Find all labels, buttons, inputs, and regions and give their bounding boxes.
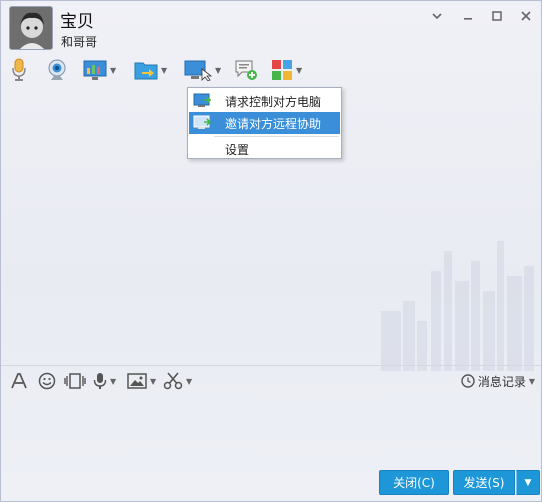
remote-assist-icon[interactable]: ▼ <box>184 57 221 83</box>
message-add-icon[interactable] <box>234 57 258 83</box>
chevron-down-icon[interactable] <box>428 8 446 24</box>
contact-name: 宝贝 <box>60 12 94 32</box>
menu-item-label: 请求控制对方电脑 <box>225 94 322 109</box>
menu-item-label: 邀请对方远程协助 <box>225 116 322 131</box>
shake-icon[interactable] <box>64 370 86 392</box>
message-history-label: 消息记录 <box>477 374 526 389</box>
chat-window: 宝贝 和哥哥 ▼ ▼ ▼ ▼ ▼ ▼ ▼ 消息记录 ▼ 关闭(C) 发送(S) … <box>0 0 542 502</box>
menu-item-label: 设置 <box>225 142 250 157</box>
divider <box>1 365 541 366</box>
font-icon[interactable] <box>10 370 28 392</box>
close-icon[interactable] <box>517 8 535 24</box>
webcam-icon[interactable] <box>46 57 68 83</box>
chat-header: 宝贝 和哥哥 <box>1 1 541 55</box>
remote-assist-menu: 请求控制对方电脑 邀请对方远程协助 设置 <box>187 87 342 159</box>
close-button[interactable]: 关闭(C) <box>379 470 449 495</box>
menu-item-invite-assist[interactable]: 邀请对方远程协助 <box>189 112 340 134</box>
remote-control-icon <box>193 93 211 107</box>
menu-item-request-control[interactable]: 请求控制对方电脑 <box>189 90 340 112</box>
menu-item-settings[interactable]: 设置 <box>189 138 340 160</box>
chevron-down-icon: ▼ <box>528 376 535 386</box>
avatar[interactable] <box>9 6 53 50</box>
maximize-icon[interactable] <box>488 8 506 24</box>
remote-assist-icon <box>193 115 211 129</box>
apps-icon[interactable]: ▼ <box>271 57 302 83</box>
file-transfer-icon[interactable]: ▼ <box>134 57 167 83</box>
message-input[interactable] <box>2 395 541 465</box>
send-options-button[interactable]: ▼ <box>516 470 540 495</box>
send-button[interactable]: 发送(S) <box>453 470 515 495</box>
avatar-image <box>10 7 52 49</box>
chevron-down-icon: ▼ <box>524 477 532 488</box>
input-toolbar: ▼ ▼ ▼ 消息记录 ▼ <box>1 368 541 394</box>
toolbar: ▼ ▼ ▼ ▼ <box>1 55 541 85</box>
screenshot-icon[interactable]: ▼ <box>163 370 192 392</box>
contact-subtitle: 和哥哥 <box>61 35 98 49</box>
image-icon[interactable]: ▼ <box>127 370 156 392</box>
menu-separator <box>214 136 339 137</box>
emoji-icon[interactable] <box>38 370 56 392</box>
voice-icon[interactable]: ▼ <box>93 370 116 392</box>
minimize-icon[interactable] <box>459 8 477 24</box>
screen-share-icon[interactable]: ▼ <box>83 57 116 83</box>
clock-icon <box>461 374 475 388</box>
message-history-button[interactable]: 消息记录 ▼ <box>461 370 535 392</box>
microphone-icon[interactable] <box>11 57 27 83</box>
